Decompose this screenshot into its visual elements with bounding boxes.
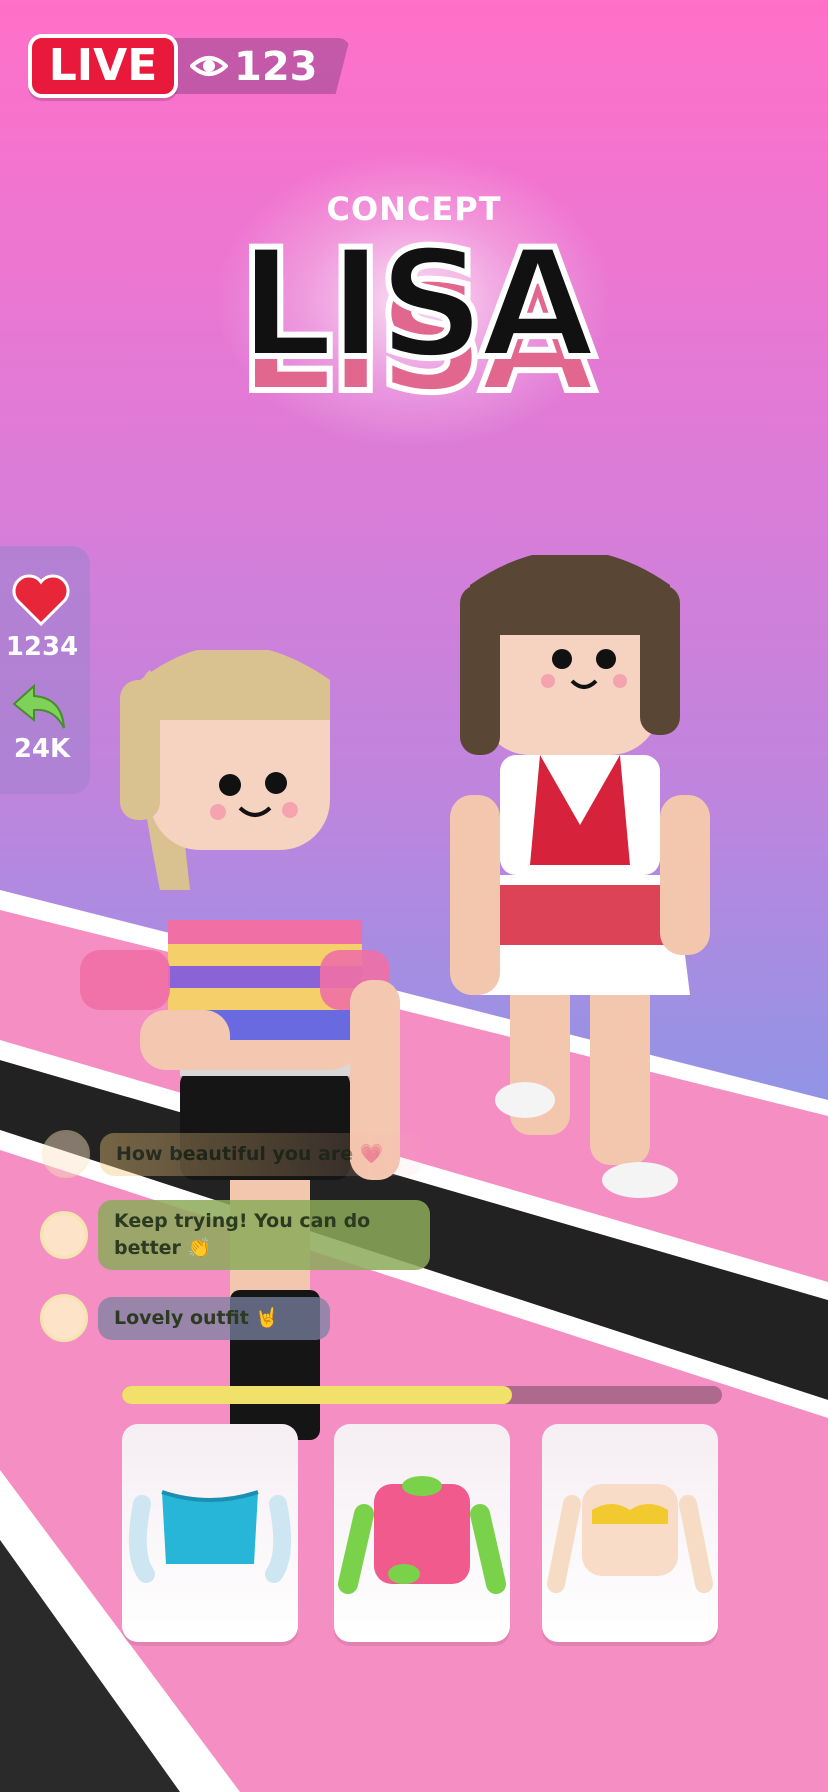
live-badge: LIVE xyxy=(28,34,178,98)
comment-item: How beautiful you are 💗 xyxy=(42,1130,422,1178)
eye-icon xyxy=(190,56,228,76)
girl-avatar xyxy=(42,1130,90,1178)
yellow-bandeau-top-icon xyxy=(547,1484,713,1593)
share-count: 24K xyxy=(13,734,71,764)
brunette-avatar xyxy=(40,1294,88,1342)
item-card-yellow-bandeau-top[interactable] xyxy=(542,1424,718,1642)
pink-green-top-icon xyxy=(338,1476,506,1594)
comment-text: How beautiful you are 💗 xyxy=(100,1132,422,1176)
comment-item: Keep trying! You can do better 👏 xyxy=(40,1200,430,1270)
share-icon[interactable] xyxy=(12,682,68,732)
comment-item: Lovely outfit 🤘 xyxy=(40,1294,330,1342)
heart-icon[interactable] xyxy=(12,574,70,626)
viewer-count: 123 xyxy=(234,44,318,90)
comment-text: Lovely outfit 🤘 xyxy=(98,1296,330,1340)
sunglasses-avatar xyxy=(40,1211,88,1259)
blue-sequin-top-icon xyxy=(128,1490,292,1583)
theme-title: LISA xyxy=(235,215,599,395)
item-card-pink-green-top[interactable] xyxy=(334,1424,510,1642)
item-card-blue-sequin-top[interactable] xyxy=(122,1424,298,1642)
brunette-character xyxy=(450,555,710,1198)
game-scene: LIVE 123 CONCEPT LISA LISA 1234 24K How … xyxy=(0,0,828,1792)
progress-fill xyxy=(122,1386,512,1404)
progress-bar xyxy=(122,1386,722,1404)
like-count: 1234 xyxy=(5,632,79,662)
comment-text: Keep trying! You can do better 👏 xyxy=(98,1200,430,1270)
